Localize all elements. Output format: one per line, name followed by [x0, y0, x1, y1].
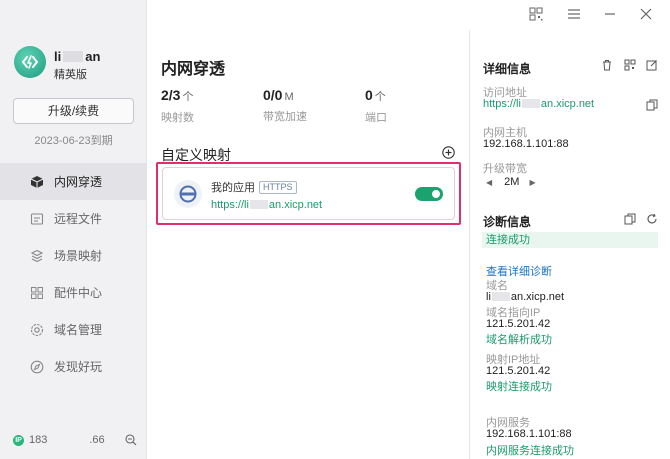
refresh-icon[interactable]: [646, 213, 658, 225]
ie-browser-icon: [174, 180, 202, 208]
host-value: 192.168.1.101:88: [483, 138, 569, 150]
close-icon[interactable]: [639, 7, 653, 21]
stat-ports: 0个 端口: [365, 87, 387, 124]
grid-icon: [30, 286, 44, 300]
qr-code-icon[interactable]: [624, 59, 636, 71]
qr-code-icon[interactable]: [529, 7, 543, 21]
decrease-icon[interactable]: ◀: [486, 178, 492, 187]
logo-icon: [21, 55, 39, 69]
detail-title: 详细信息: [483, 62, 532, 76]
nav-item-scene[interactable]: 场景映射: [0, 237, 147, 274]
bandwidth-stepper: ◀ 2M ▶: [486, 176, 536, 188]
nav-menu: 内网穿透 远程文件 场景映射 配件中心 域名管理 发现好玩: [0, 163, 147, 385]
nav-item-tunnel[interactable]: 内网穿透: [0, 163, 147, 200]
https-badge: HTTPS: [259, 181, 297, 194]
domain-value: li an.xicp.net: [486, 291, 565, 303]
ip-icon: IP: [13, 434, 24, 446]
map-ip: 121.5.201.42: [486, 365, 551, 377]
scene-icon: [30, 249, 44, 263]
edit-icon[interactable]: [646, 59, 658, 71]
cube-icon: [30, 175, 44, 189]
redaction-mask: [63, 51, 84, 62]
nav-item-label: 场景映射: [54, 249, 103, 263]
mapping-card[interactable]: 我的应用 HTTPS https://li an.xicp.net: [162, 167, 455, 220]
ip-part-a: 183: [29, 434, 48, 446]
diag-status-bar: 连接成功: [482, 232, 658, 248]
user-plan: 精英版: [54, 69, 87, 81]
gear-icon: [30, 323, 44, 337]
redaction-mask: [491, 292, 510, 301]
nav-item-label: 发现好玩: [54, 360, 103, 374]
copy-icon[interactable]: [624, 213, 636, 225]
nav-item-label: 内网穿透: [54, 175, 103, 189]
domain-ip: 121.5.201.42: [486, 318, 551, 330]
service-status: 内网服务连接成功: [486, 445, 574, 456]
menu-icon[interactable]: [567, 7, 581, 21]
compass-icon: [30, 360, 44, 374]
nav-item-label: 配件中心: [54, 286, 103, 300]
diag-status: 连接成功: [486, 234, 530, 246]
zoom-search-icon[interactable]: [125, 434, 137, 446]
access-url[interactable]: https://li an.xicp.net: [483, 98, 594, 110]
ip-footer: IP 183 .66: [13, 434, 137, 446]
nav-item-discover[interactable]: 发现好玩: [0, 348, 147, 385]
page-title: 内网穿透: [161, 61, 226, 78]
nav-item-remote-files[interactable]: 远程文件: [0, 200, 147, 237]
increase-icon[interactable]: ▶: [529, 178, 535, 187]
stat-mappings: 2/3 个 映射数: [161, 87, 194, 124]
mapping-url[interactable]: https://li an.xicp.net: [211, 199, 322, 211]
nav-item-domains[interactable]: 域名管理: [0, 311, 147, 348]
delete-icon[interactable]: [601, 59, 613, 71]
file-icon: [30, 212, 44, 226]
expiry-date: 2023-06-23到期: [34, 135, 113, 147]
mapping-toggle[interactable]: [415, 187, 443, 201]
service-value: 192.168.1.101:88: [486, 428, 572, 440]
upgrade-button[interactable]: 升级/续费: [13, 98, 134, 124]
bandwidth-label: 升级带宽: [483, 163, 527, 175]
minimize-icon[interactable]: [603, 7, 617, 21]
map-connect-status: 映射连接成功: [486, 381, 552, 393]
user-name: li an: [54, 49, 101, 64]
bandwidth-value: 2M: [504, 176, 520, 188]
stat-bandwidth: 0/0 M 带宽加速: [263, 87, 307, 123]
mapping-name: 我的应用 HTTPS: [211, 179, 297, 195]
redaction-mask: [249, 200, 268, 209]
domain-resolve-status: 域名解析成功: [486, 334, 552, 346]
diag-title: 诊断信息: [483, 215, 532, 229]
add-mapping-icon[interactable]: [442, 146, 455, 159]
sidebar: li an 精英版 升级/续费 2023-06-23到期 内网穿透 远程文件 场景…: [0, 0, 147, 459]
nav-item-label: 远程文件: [54, 212, 103, 226]
app-logo: [14, 46, 46, 78]
redaction-mask: [521, 99, 540, 108]
ip-part-b: .66: [89, 434, 105, 446]
nav-item-accessories[interactable]: 配件中心: [0, 274, 147, 311]
nav-item-label: 域名管理: [54, 323, 103, 337]
copy-icon[interactable]: [646, 99, 658, 111]
